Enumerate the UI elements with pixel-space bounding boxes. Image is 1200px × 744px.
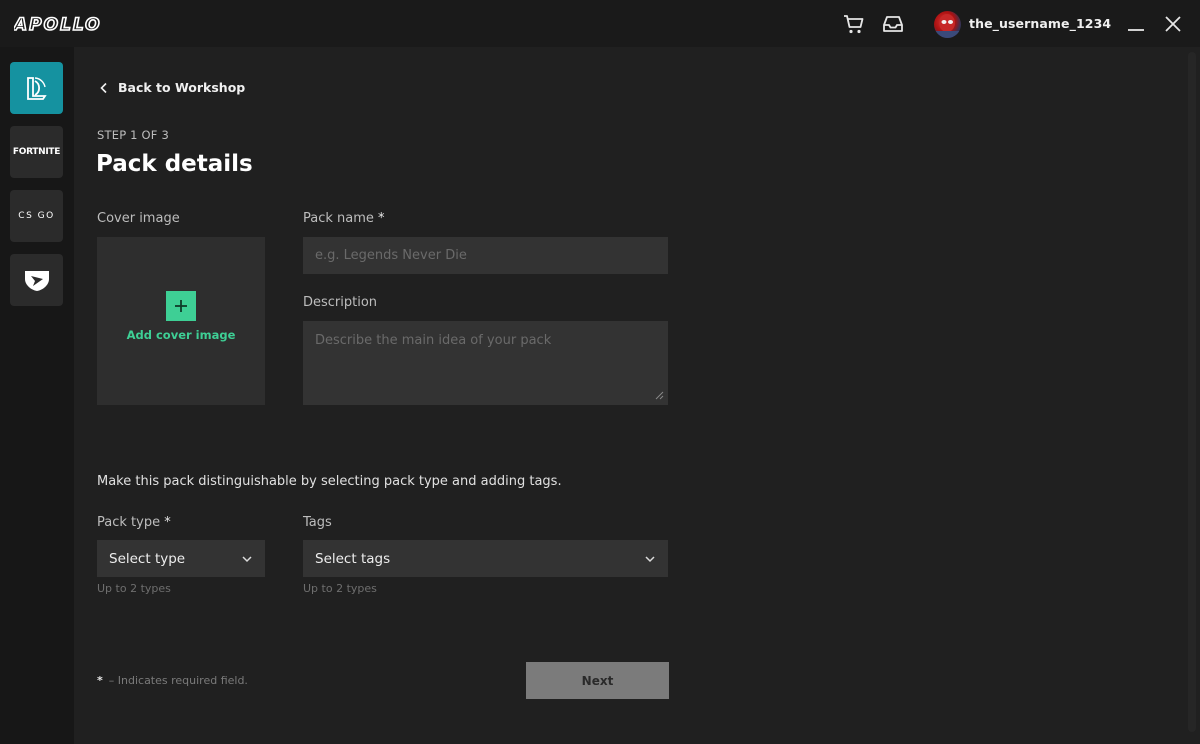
required-marker: * (97, 674, 103, 687)
avatar[interactable] (934, 11, 961, 38)
pack-name-label-text: Pack name (303, 211, 374, 226)
tags-select[interactable]: Select tags (303, 540, 668, 577)
close-icon[interactable] (1161, 12, 1185, 36)
sidebar-item-rocket-league[interactable] (10, 254, 63, 306)
league-logo-icon (26, 77, 47, 100)
pack-type-sublabel: Up to 2 types (97, 582, 171, 595)
tags-sublabel: Up to 2 types (303, 582, 377, 595)
title-bar: APOLLO the_username_1234 (0, 0, 1200, 47)
add-cover-image-button[interactable]: Add cover image (97, 237, 265, 405)
pack-type-label-text: Pack type (97, 515, 161, 530)
csgo-logo-icon: CS GO (18, 211, 55, 221)
back-link-label: Back to Workshop (118, 80, 246, 95)
pack-type-select[interactable]: Select type (97, 540, 265, 577)
pack-type-label: Pack type * (97, 515, 171, 530)
footnote-text: – Indicates required field. (108, 674, 248, 687)
brand-text: APOLLO (14, 15, 102, 34)
rocket-league-logo-icon (24, 271, 49, 291)
sidebar-item-csgo[interactable]: CS GO (10, 190, 63, 242)
apollo-logo: APOLLO (14, 14, 102, 34)
resize-grip-icon[interactable] (654, 390, 664, 400)
pack-type-value: Select type (109, 550, 186, 567)
add-cover-image-label: Add cover image (126, 328, 236, 342)
username[interactable]: the_username_1234 (969, 16, 1111, 31)
fortnite-logo-icon: FORTNITE (12, 147, 61, 157)
sidebar-item-league[interactable] (10, 62, 63, 114)
chevron-down-icon (645, 556, 655, 563)
avatar-image-icon (934, 14, 961, 38)
pack-name-label: Pack name * (303, 211, 385, 226)
chevron-left-icon (100, 82, 107, 93)
page-title: Pack details (96, 151, 253, 177)
minimize-icon[interactable] (1124, 12, 1148, 36)
tags-value: Select tags (315, 550, 391, 567)
description-label: Description (303, 295, 378, 310)
game-sidebar: FORTNITE CS GO (0, 47, 74, 744)
step-indicator: STEP 1 OF 3 (97, 128, 169, 142)
cover-image-label: Cover image (97, 211, 180, 226)
required-marker: * (164, 515, 171, 530)
pack-name-input[interactable] (303, 237, 668, 274)
inbox-icon[interactable] (881, 12, 905, 36)
scrollbar-thumb[interactable] (1188, 52, 1196, 732)
tags-label: Tags (303, 515, 332, 530)
description-textarea[interactable] (303, 321, 668, 405)
chevron-down-icon (242, 556, 252, 563)
back-to-workshop-link[interactable]: Back to Workshop (98, 80, 245, 95)
sidebar-item-fortnite[interactable]: FORTNITE (10, 126, 63, 178)
required-marker: * (378, 211, 385, 226)
next-button[interactable]: Next (526, 662, 669, 699)
pack-type-hint: Make this pack distinguishable by select… (97, 474, 562, 489)
plus-icon (166, 291, 196, 321)
cart-icon[interactable] (842, 12, 866, 36)
required-field-footnote: * – Indicates required field. (97, 674, 248, 687)
